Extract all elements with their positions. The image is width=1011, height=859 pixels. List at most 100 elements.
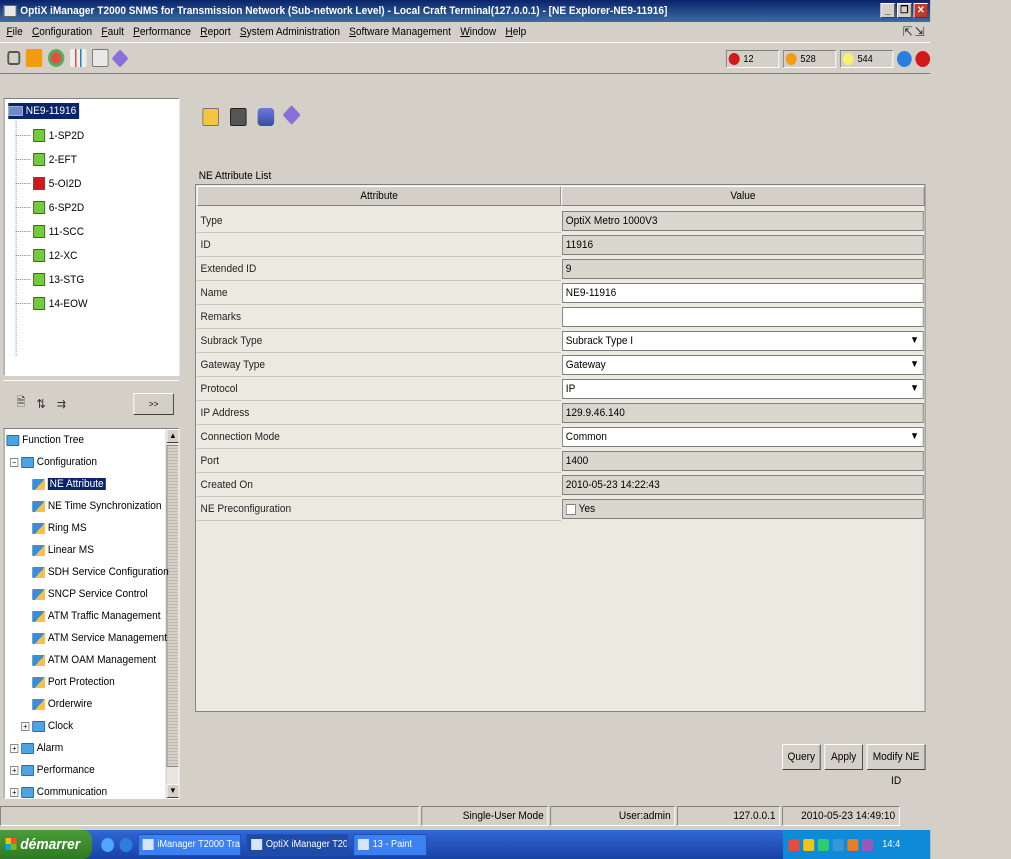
menu-window[interactable]: Window — [456, 22, 501, 42]
table-row: Created On 2010-05-23 14:22:43 — [196, 473, 925, 497]
expand-toggle-icon[interactable]: + — [10, 743, 19, 753]
scroll-thumb[interactable] — [166, 445, 179, 767]
report-icon[interactable] — [92, 49, 109, 67]
stop-icon[interactable] — [915, 51, 931, 67]
tree-alarm[interactable]: + Alarm — [10, 738, 63, 758]
menu-report[interactable]: Report — [196, 22, 236, 42]
close-button[interactable]: ✕ — [913, 3, 929, 18]
alarm-indicator[interactable]: 528 — [782, 50, 837, 68]
dropdown-arrow-icon[interactable]: ▼ — [910, 380, 919, 398]
board-node[interactable]: 6-SP2D — [15, 201, 85, 214]
tray-icon[interactable] — [803, 838, 815, 851]
taskbar-task[interactable]: 13 - Paint — [353, 833, 427, 856]
value-input[interactable] — [562, 307, 924, 327]
alarm-board-icon[interactable] — [25, 49, 43, 67]
board-node[interactable]: 2-EFT — [15, 153, 77, 166]
preconfiguration-checkbox[interactable] — [565, 503, 576, 515]
value-dropdown[interactable]: Common ▼ — [562, 427, 924, 447]
database-icon[interactable] — [257, 108, 275, 126]
tree-communication[interactable]: + Communication — [10, 782, 107, 798]
tree-item-sdh-service-configuration[interactable]: SDH Service Configuration — [32, 562, 169, 582]
value-dropdown[interactable]: IP ▼ — [562, 379, 924, 399]
tray-icon[interactable] — [788, 838, 800, 851]
tree-item-sncp-service-control[interactable]: SNCP Service Control — [32, 584, 148, 604]
query-button[interactable]: Query — [782, 744, 821, 770]
menu-performance[interactable]: Performance — [129, 22, 196, 42]
tray-icon[interactable] — [832, 838, 844, 851]
value-dropdown[interactable]: Subrack Type I ▼ — [562, 331, 924, 351]
performance-icon[interactable] — [69, 49, 87, 67]
menu-help[interactable]: Help — [501, 22, 531, 42]
tree-item-atm-traffic-management[interactable]: ATM Traffic Management — [32, 606, 161, 626]
board-view-icon[interactable] — [202, 108, 219, 126]
restore-button[interactable]: ❐ — [897, 3, 912, 18]
browser-icon[interactable] — [101, 837, 115, 852]
lock-icon[interactable] — [7, 51, 21, 65]
dropdown-arrow-icon[interactable]: ▼ — [910, 356, 919, 374]
start-button[interactable]: démarrer — [0, 830, 92, 859]
menu-software-management[interactable]: Software Management — [345, 22, 456, 42]
board-node[interactable]: 1-SP2D — [15, 129, 85, 142]
slot-view-icon[interactable] — [230, 108, 247, 126]
dropdown-arrow-icon[interactable]: ▼ — [910, 428, 919, 446]
tree-item-atm-oam-management[interactable]: ATM OAM Management — [32, 650, 156, 670]
modify-ne-id-button[interactable]: Modify NE ID — [866, 744, 926, 787]
expand-icon[interactable]: ⇅ — [36, 397, 45, 411]
expand-toggle-icon[interactable]: + — [10, 765, 19, 775]
tree-clock[interactable]: + Clock — [21, 716, 73, 736]
alarm-indicator[interactable]: 544 — [839, 50, 894, 68]
board-node[interactable]: 12-XC — [15, 249, 78, 262]
folder-icon — [6, 434, 20, 446]
tray-icon[interactable] — [862, 838, 874, 851]
ne-root-node[interactable]: NE9-11916 — [8, 103, 79, 119]
tray-icon[interactable] — [817, 838, 829, 851]
value-readonly[interactable]: Yes — [562, 499, 924, 519]
apply-button[interactable]: Apply — [824, 744, 863, 770]
board-node[interactable]: 13-STG — [15, 273, 85, 286]
column-header-value[interactable]: Value — [561, 186, 925, 206]
menu-file[interactable]: File — [2, 22, 28, 42]
tree-item-orderwire[interactable]: Orderwire — [32, 694, 92, 714]
function-tree-scrollbar[interactable]: ▲ ▼ — [165, 429, 179, 798]
collapse-icon[interactable]: ⇉ — [57, 397, 66, 411]
tree-performance[interactable]: + Performance — [10, 760, 95, 780]
tree-configuration[interactable]: − Configuration — [10, 452, 97, 472]
tree-item-ne-time-synchronization[interactable]: NE Time Synchronization — [32, 496, 161, 516]
board-node[interactable]: 14-EOW — [15, 297, 88, 310]
tree-item-ne-attribute[interactable]: NE Attribute — [32, 474, 106, 494]
column-header-attribute[interactable]: Attribute — [196, 186, 562, 206]
taskbar-task[interactable]: iManager T2000 Tran... — [138, 833, 242, 856]
config-diamond-icon[interactable] — [282, 105, 301, 125]
tree-item-atm-service-management[interactable]: ATM Service Management — [32, 628, 167, 648]
value-text: OptiX Metro 1000V3 — [565, 215, 658, 227]
tree-root[interactable]: Function Tree — [6, 430, 84, 450]
value-input[interactable]: NE9-11916 — [562, 283, 924, 303]
info-icon[interactable] — [897, 51, 912, 67]
tree-item-linear-ms[interactable]: Linear MS — [32, 540, 94, 560]
alarm-indicator[interactable]: 12 — [725, 50, 780, 68]
value-dropdown[interactable]: Gateway ▼ — [562, 355, 924, 375]
tree-item-ring-ms[interactable]: Ring MS — [32, 518, 87, 538]
scroll-down-icon[interactable]: ▼ — [166, 784, 179, 798]
dropdown-arrow-icon[interactable]: ▼ — [910, 332, 919, 350]
expand-toggle-icon[interactable]: + — [21, 721, 30, 731]
expand-panel-button[interactable]: >> — [133, 393, 174, 415]
board-node[interactable]: 5-OI2D — [15, 177, 82, 190]
expand-toggle-icon[interactable]: − — [10, 457, 19, 467]
taskbar-task[interactable]: OptiX iManager T200... — [246, 833, 348, 856]
page-icon[interactable]: 🗎 — [17, 393, 26, 414]
tray-icon[interactable] — [847, 838, 859, 851]
minimize-button[interactable]: _ — [880, 3, 896, 18]
tree-item-port-protection[interactable]: Port Protection — [32, 672, 115, 692]
network-icon[interactable] — [47, 49, 65, 67]
window-tile-icon[interactable]: ⇱⇲ — [903, 24, 927, 40]
board-node[interactable]: 11-SCC — [15, 225, 84, 238]
ie-icon[interactable] — [119, 837, 133, 852]
expand-toggle-icon[interactable]: + — [10, 787, 19, 797]
menu-system-administration[interactable]: System Administration — [235, 22, 344, 42]
menu-configuration[interactable]: Configuration — [27, 22, 96, 42]
diamond-icon[interactable] — [111, 48, 129, 68]
config-pen-icon — [32, 566, 46, 578]
scroll-up-icon[interactable]: ▲ — [166, 429, 179, 443]
menu-fault[interactable]: Fault — [97, 22, 129, 42]
